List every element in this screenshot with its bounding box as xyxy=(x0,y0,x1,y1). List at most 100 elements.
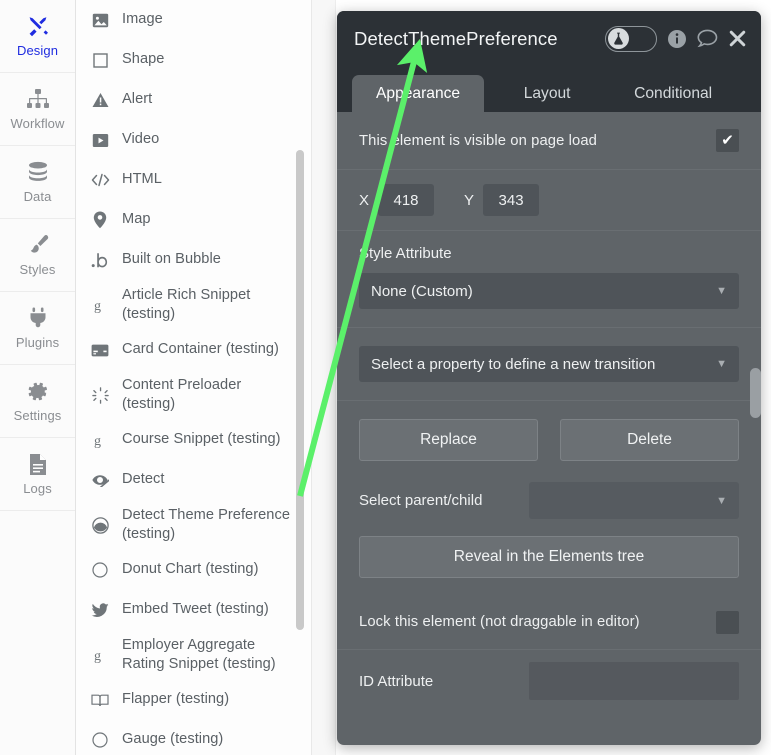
list-item-label: Employer Aggregate Rating Snippet (testin… xyxy=(122,636,276,672)
y-label: Y xyxy=(464,191,475,209)
select-parent-child-dropdown[interactable]: ▼ xyxy=(529,482,739,519)
nav-item-workflow[interactable]: Workflow xyxy=(0,73,75,146)
svg-text:g: g xyxy=(94,299,101,313)
list-item[interactable]: HTML xyxy=(76,160,311,200)
database-icon xyxy=(26,160,50,184)
nav-item-data[interactable]: Data xyxy=(0,146,75,219)
tab-layout[interactable]: Layout xyxy=(484,75,610,112)
list-item[interactable]: Card Container (testing) xyxy=(76,330,311,370)
list-item-label: Alert xyxy=(122,91,153,108)
visible-on-page-load-row: This element is visible on page load ✔ xyxy=(337,112,761,170)
list-item[interactable]: g Article Rich Snippet (testing) xyxy=(76,280,311,330)
element-list-scrollbar[interactable] xyxy=(296,150,304,630)
workflow-nodes-icon xyxy=(26,87,50,111)
list-item[interactable]: Embed Tweet (testing) xyxy=(76,590,311,630)
list-item[interactable]: Detect xyxy=(76,460,311,500)
close-icon[interactable] xyxy=(728,29,747,48)
style-attribute-value: None (Custom) xyxy=(371,282,473,300)
circle-outline-icon xyxy=(90,730,110,750)
svg-text:g: g xyxy=(94,649,101,663)
list-item[interactable]: g Employer Aggregate Rating Snippet (test… xyxy=(76,630,311,680)
circle-outline-icon xyxy=(90,560,110,580)
tab-label: Layout xyxy=(523,84,571,102)
list-item[interactable]: Shape xyxy=(76,40,311,80)
list-item[interactable]: Video xyxy=(76,120,311,160)
reveal-in-elements-tree-button[interactable]: Reveal in the Elements tree xyxy=(359,536,739,578)
bubble-logo-icon xyxy=(90,250,110,270)
list-item[interactable]: Image xyxy=(76,0,311,40)
delete-button[interactable]: Delete xyxy=(560,419,739,461)
tab-label: Conditional xyxy=(634,84,713,102)
transition-section: Select a property to define a new transi… xyxy=(337,328,761,401)
list-item[interactable]: g Course Snippet (testing) xyxy=(76,420,311,460)
nav-item-logs[interactable]: Logs xyxy=(0,438,75,511)
id-attribute-row: ID Attribute xyxy=(337,650,761,712)
nav-item-label: Logs xyxy=(23,481,52,496)
lock-element-checkbox[interactable] xyxy=(716,610,739,634)
tab-conditional[interactable]: Conditional xyxy=(610,75,736,112)
list-item[interactable]: Donut Chart (testing) xyxy=(76,550,311,590)
list-item[interactable]: Alert xyxy=(76,80,311,120)
property-panel-header: DetectThemePreference xyxy=(337,11,761,66)
style-attribute-label: Style Attribute xyxy=(359,245,452,262)
select-parent-child-row: Select parent/child ▼ xyxy=(337,461,761,519)
plug-icon xyxy=(27,306,49,330)
x-input[interactable]: 418 xyxy=(378,184,435,216)
id-attribute-input[interactable] xyxy=(529,662,739,700)
design-tools-icon xyxy=(26,14,50,38)
eye-slash-icon xyxy=(90,470,110,490)
list-item[interactable]: Built on Bubble xyxy=(76,240,311,280)
list-item-label: Article Rich Snippet (testing) xyxy=(122,286,251,322)
list-item-label: Content Preloader (testing) xyxy=(122,376,242,412)
tab-appearance[interactable]: Appearance xyxy=(352,75,485,112)
element-palette-list[interactable]: Image Shape Alert Video HTML Map Built o… xyxy=(76,0,312,755)
experimental-flask-toggle[interactable] xyxy=(605,25,657,52)
list-item-label: Embed Tweet (testing) xyxy=(122,601,269,618)
list-item-label: Map xyxy=(122,211,151,228)
list-item[interactable]: Flapper (testing) xyxy=(76,680,311,720)
y-input[interactable]: 343 xyxy=(483,184,540,216)
list-item-label: Built on Bubble xyxy=(122,251,221,268)
spinner-icon xyxy=(90,385,110,405)
info-circle-icon[interactable] xyxy=(667,29,687,49)
list-item[interactable]: Content Preloader (testing) xyxy=(76,370,311,420)
twitter-bird-icon xyxy=(90,600,110,620)
list-item-label: Donut Chart (testing) xyxy=(122,561,259,578)
flask-icon xyxy=(608,28,629,49)
list-item-label: Detect Theme Preference (testing) xyxy=(122,506,290,542)
nav-item-design[interactable]: Design xyxy=(0,0,75,73)
replace-button[interactable]: Replace xyxy=(359,419,538,461)
book-open-icon xyxy=(90,690,110,710)
list-item-label: Shape xyxy=(122,51,165,68)
list-item[interactable]: Map xyxy=(76,200,311,240)
list-item-label: Gauge (testing) xyxy=(122,731,224,748)
nav-item-styles[interactable]: Styles xyxy=(0,219,75,292)
square-icon xyxy=(90,50,110,70)
map-pin-icon xyxy=(90,210,110,230)
list-item-label: Image xyxy=(122,11,163,28)
style-attribute-dropdown[interactable]: None (Custom) ▼ xyxy=(359,273,739,309)
lock-element-row: Lock this element (not draggable in edit… xyxy=(337,595,761,650)
google-g-icon: g xyxy=(90,295,110,315)
nav-item-label: Styles xyxy=(19,262,56,277)
video-play-icon xyxy=(90,130,110,150)
delete-label: Delete xyxy=(627,431,672,448)
nav-item-settings[interactable]: Settings xyxy=(0,365,75,438)
reveal-label: Reveal in the Elements tree xyxy=(453,548,645,565)
list-item-detect-theme-preference[interactable]: Detect Theme Preference (testing) xyxy=(76,500,311,550)
nav-item-plugins[interactable]: Plugins xyxy=(0,292,75,365)
property-panel-scrollbar[interactable] xyxy=(750,368,761,418)
list-item-label: Course Snippet (testing) xyxy=(122,431,281,448)
visible-on-page-load-checkbox[interactable]: ✔ xyxy=(716,129,739,152)
svg-text:g: g xyxy=(94,434,101,448)
checkmark-icon: ✔ xyxy=(721,132,734,149)
list-item[interactable]: Gauge (testing) xyxy=(76,720,311,755)
id-attribute-label: ID Attribute xyxy=(359,672,434,690)
property-editor-panel: DetectThemePreference Appearance Layout … xyxy=(337,11,761,745)
nav-item-label: Data xyxy=(23,189,52,204)
x-label: X xyxy=(359,191,370,209)
nav-item-label: Settings xyxy=(13,408,62,423)
theme-moon-circle-icon xyxy=(90,515,110,535)
comment-bubble-icon[interactable] xyxy=(697,29,718,48)
transition-dropdown[interactable]: Select a property to define a new transi… xyxy=(359,346,739,382)
